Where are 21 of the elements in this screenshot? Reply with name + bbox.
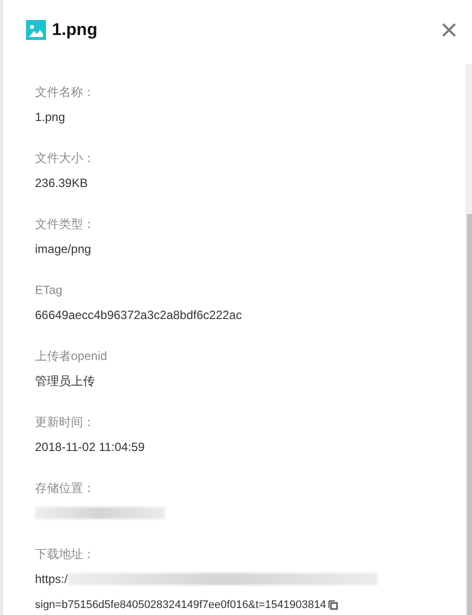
field-value: 1.png: [35, 109, 66, 125]
field-label: 下载地址：: [35, 546, 95, 562]
dialog-title: 1.png: [52, 19, 98, 42]
field-value: 66649aecc4b96372a3c2a8bdf6c222ac: [35, 307, 242, 323]
image-file-icon: [26, 20, 46, 40]
field-label: 文件大小：: [35, 150, 95, 166]
field-value: 2018-11-02 11:04:59: [35, 439, 145, 455]
scrollbar[interactable]: [465, 64, 472, 615]
field-label: 文件类型：: [35, 216, 95, 232]
field-label: 上传者openid: [35, 348, 108, 364]
url-text: https:/: [35, 571, 68, 587]
field-label: 文件名称：: [35, 84, 95, 100]
field-label: 更新时间：: [35, 414, 95, 430]
field-value: 管理员上传: [35, 373, 95, 389]
url-text: sign=b75156d5fe8405028324149f7ee0f016&t=1541903814: [35, 598, 326, 613]
field-value: image/png: [35, 241, 92, 257]
field-label: 存储位置：: [35, 480, 95, 496]
field-label: ETag: [35, 282, 62, 298]
close-button[interactable]: [440, 21, 458, 39]
copy-icon[interactable]: [328, 600, 338, 610]
field-value: 236.39KB: [35, 175, 88, 191]
